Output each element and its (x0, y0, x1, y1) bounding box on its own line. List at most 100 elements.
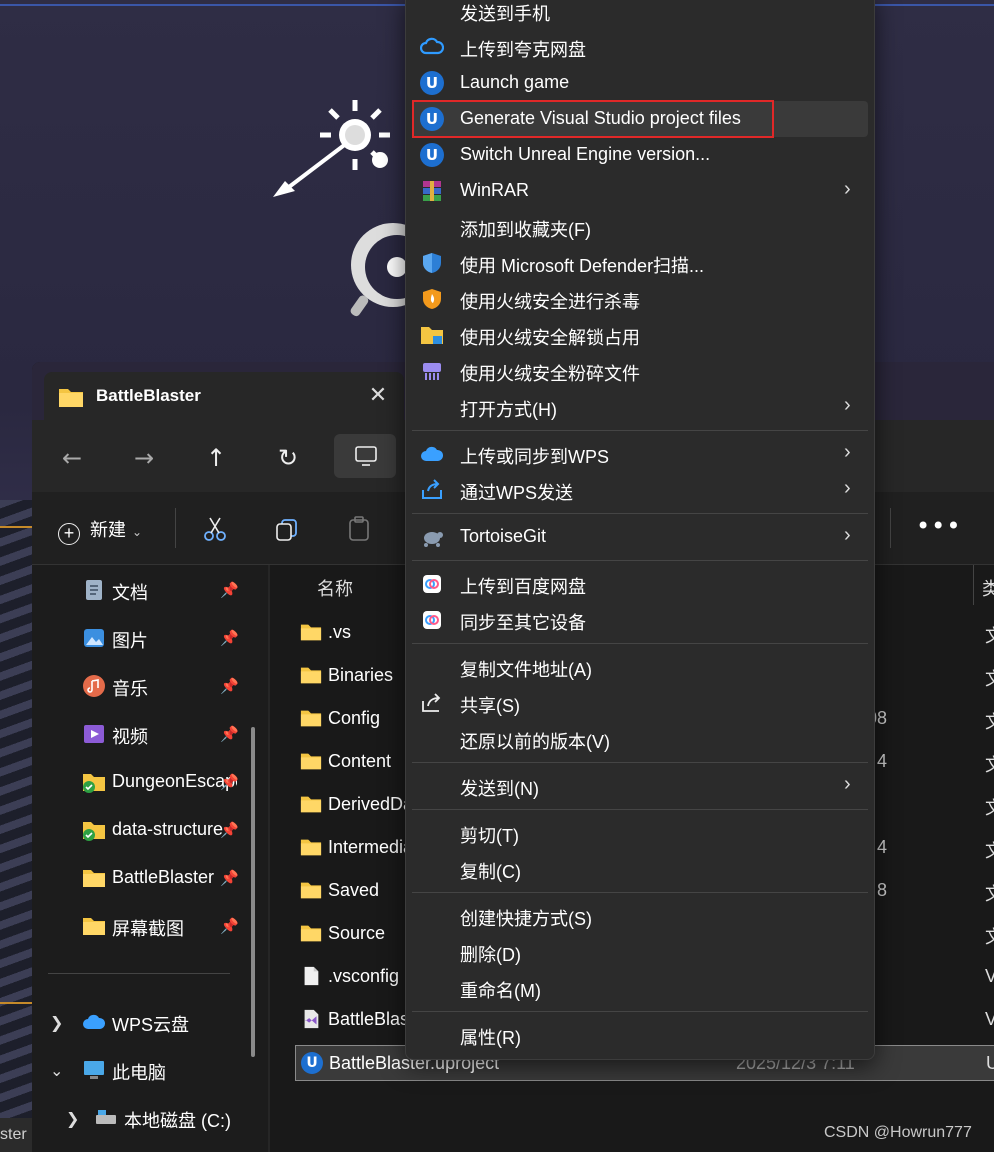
menu-item-label: 上传到夸克网盘 (460, 40, 586, 60)
shield-icon (423, 253, 441, 273)
menu-divider (412, 430, 868, 431)
menu-item-switch-ue-version[interactable]: U Switch Unreal Engine version... (412, 137, 868, 173)
wps-cloud-icon (421, 446, 444, 461)
menu-item-copy-path[interactable]: 复制文件地址(A) (412, 649, 868, 685)
unreal-engine-icon: U (301, 1052, 323, 1074)
sidebar-item-this-pc[interactable]: 此电脑 (82, 1055, 282, 1087)
menu-item-add-favorites[interactable]: 添加到收藏夹(F) (412, 209, 868, 245)
menu-item-open-with[interactable]: 打开方式(H) › (412, 389, 868, 425)
sidebar-item-label: 视频 (112, 727, 148, 747)
refresh-icon[interactable]: ↻ (272, 442, 304, 474)
pin-icon: 📌 (220, 726, 239, 743)
close-tab-icon[interactable]: ✕ (364, 382, 392, 410)
paste-icon[interactable] (344, 514, 374, 544)
sidebar-item-local-disk[interactable]: 本地磁盘 (C:) (94, 1103, 294, 1135)
menu-item-upload-quark[interactable]: 上传到夸克网盘 (412, 29, 868, 65)
view-toggle-button[interactable] (334, 434, 396, 478)
chevron-right-icon[interactable]: ❯ (66, 1109, 79, 1128)
unreal-engine-icon: U (420, 71, 444, 95)
sidebar-item-wps-cloud[interactable]: WPS云盘 (82, 1007, 282, 1039)
viewport-grid-edge (0, 500, 32, 1120)
music-icon (83, 675, 105, 697)
menu-item-huorong-scan[interactable]: 使用火绒安全进行杀毒 (412, 281, 868, 317)
menu-item-label: 共享(S) (460, 696, 520, 716)
menu-item-label: 重命名(M) (460, 981, 541, 1001)
menu-item-share[interactable]: 共享(S) (412, 685, 868, 721)
menu-divider (412, 643, 868, 644)
drive-icon (96, 1110, 116, 1124)
forward-arrow-icon[interactable]: → (128, 442, 160, 474)
folder-icon (300, 710, 322, 727)
menu-item-tortoisegit[interactable]: TortoiseGit › (412, 519, 868, 555)
menu-item-huorong-shred[interactable]: 使用火绒安全粉碎文件 (412, 353, 868, 389)
file-name: .vsconfig (328, 966, 400, 986)
sidebar-item-label: 屏幕截图 (112, 919, 184, 939)
menu-item-restore-versions[interactable]: 还原以前的版本(V) (412, 721, 868, 757)
menu-divider (412, 892, 868, 893)
baidu-netdisk-icon (423, 611, 441, 629)
menu-item-baidu-upload[interactable]: 上传到百度网盘 (412, 566, 868, 602)
column-divider[interactable] (973, 565, 974, 605)
sidebar-item-music[interactable]: 音乐 📌 (82, 671, 282, 703)
sidebar-item-label: data-structure (112, 819, 224, 839)
menu-item-label: Switch Unreal Engine version... (460, 144, 711, 164)
menu-item-launch-game[interactable]: U Launch game (412, 65, 868, 101)
menu-item-cut[interactable]: 剪切(T) (412, 815, 868, 851)
menu-item-sync-devices[interactable]: 同步至其它设备 (412, 602, 868, 638)
menu-divider (412, 762, 868, 763)
menu-item-properties[interactable]: 属性(R) (412, 1017, 868, 1053)
menu-item-generate-vs-project[interactable]: U Generate Visual Studio project files (412, 100, 868, 138)
navigation-pane: 文档 📌 图片 📌 音乐 📌 视频 📌 DungeonEscape 📌 data… (32, 565, 268, 1152)
folder-icon (300, 753, 322, 770)
monitor-icon (355, 446, 377, 466)
menu-item-delete[interactable]: 删除(D) (412, 934, 868, 970)
tab-battleblaster[interactable]: BattleBlaster ✕ (44, 372, 404, 420)
file-type: U (986, 1053, 994, 1073)
file-name: .vs (328, 622, 352, 642)
menu-item-label: Generate Visual Studio project files (460, 108, 741, 128)
back-arrow-icon[interactable]: ← (56, 442, 88, 474)
menu-item-wps-sync[interactable]: 上传或同步到WPS › (412, 436, 868, 472)
menu-item-send-to[interactable]: 发送到(N) › (412, 768, 868, 804)
toolbar-divider (175, 508, 176, 548)
folder-icon (83, 870, 105, 887)
menu-item-label: 发送到手机 (460, 4, 550, 24)
chevron-right-icon[interactable]: ❯ (50, 1013, 63, 1032)
sidebar-item-documents[interactable]: 文档 📌 (82, 575, 282, 607)
menu-item-create-shortcut[interactable]: 创建快捷方式(S) (412, 898, 868, 934)
new-button[interactable]: + 新建 ⌄ (58, 516, 142, 546)
menu-item-rename[interactable]: 重命名(M) (412, 970, 868, 1006)
sidebar-item-label: 图片 (112, 631, 148, 651)
menu-item-copy[interactable]: 复制(C) (412, 851, 868, 887)
more-options-icon[interactable]: ••• (916, 512, 961, 540)
menu-item-label: 剪切(T) (460, 826, 519, 846)
menu-item-label: 属性(R) (460, 1028, 521, 1048)
tab-title: BattleBlaster (96, 386, 201, 405)
file-name: Content (328, 751, 392, 771)
copy-icon[interactable] (272, 514, 302, 544)
folder-icon (300, 667, 322, 684)
column-header-type[interactable]: 类 (982, 575, 994, 601)
menu-item-huorong-unlock[interactable]: 使用火绒安全解锁占用 (412, 317, 868, 353)
baidu-netdisk-icon (423, 575, 441, 593)
menu-item-send-to-phone[interactable]: 发送到手机 (412, 0, 868, 29)
menu-item-winrar[interactable]: WinRAR › (412, 173, 868, 209)
video-icon (84, 725, 104, 743)
column-header-name[interactable]: 名称 (317, 575, 353, 601)
sidebar-item-label: WPS云盘 (112, 1015, 190, 1035)
file-type: 文 (985, 751, 994, 777)
menu-item-defender-scan[interactable]: 使用 Microsoft Defender扫描... (412, 245, 868, 281)
chevron-down-icon[interactable]: ⌄ (50, 1061, 63, 1080)
menu-item-label: 打开方式(H) (460, 400, 557, 420)
sidebar-item-pictures[interactable]: 图片 📌 (82, 623, 282, 655)
sidebar-item-label: 此电脑 (112, 1063, 166, 1083)
menu-item-label: 创建快捷方式(S) (460, 909, 592, 929)
menu-item-wps-send[interactable]: 通过WPS发送 › (412, 472, 868, 508)
unreal-engine-icon: U (420, 143, 444, 167)
pin-icon: 📌 (220, 822, 239, 839)
computer-icon (84, 1061, 104, 1079)
up-arrow-icon[interactable]: ↑ (200, 442, 232, 474)
cut-icon[interactable] (200, 514, 230, 544)
file-name: Saved (328, 880, 380, 900)
file-name: Config (328, 708, 381, 728)
